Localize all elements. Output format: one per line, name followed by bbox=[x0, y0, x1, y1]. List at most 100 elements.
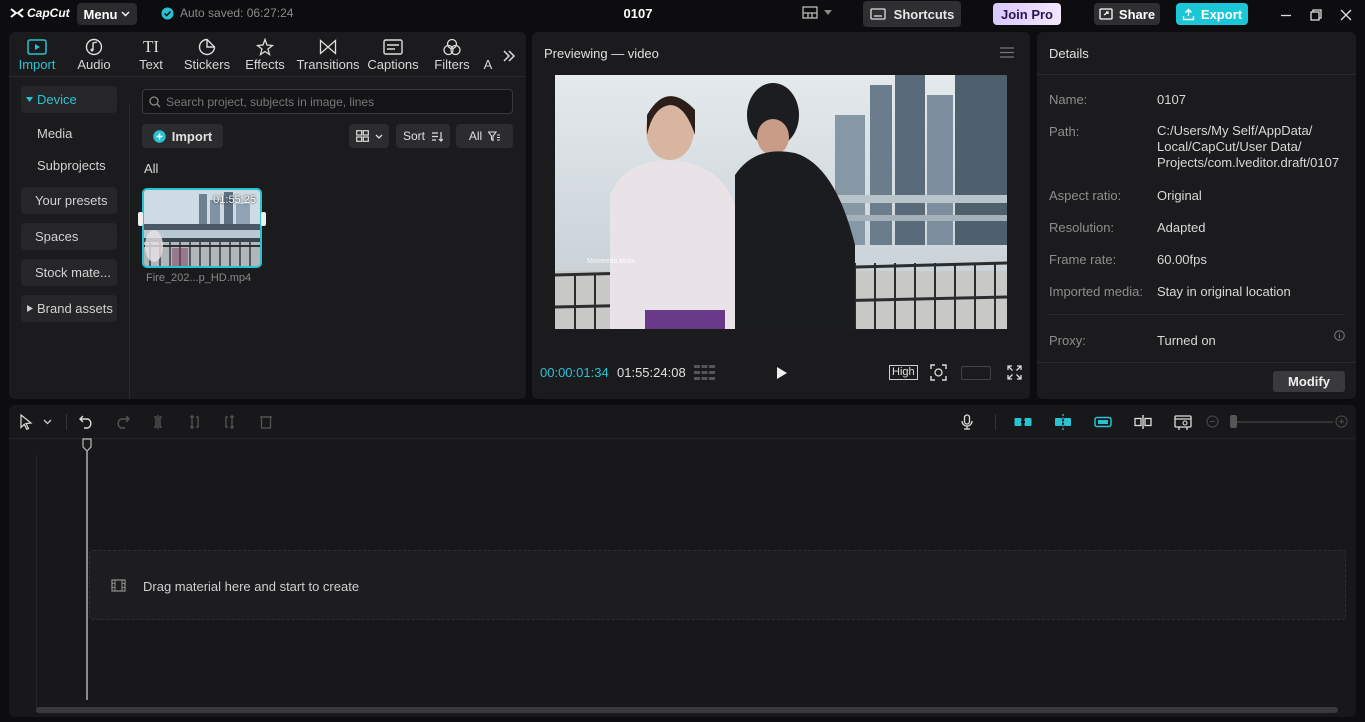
sidebar-item-subprojects[interactable]: Subprojects bbox=[21, 152, 117, 179]
sidebar-item-brand-assets[interactable]: Brand assets bbox=[21, 295, 117, 322]
double-chevron-right-icon[interactable] bbox=[502, 49, 516, 63]
detail-value-proxy: Turned on bbox=[1157, 333, 1216, 348]
zoom-in-icon[interactable] bbox=[1335, 415, 1348, 428]
auto-snap-toggle[interactable] bbox=[1054, 413, 1072, 431]
layout-icon bbox=[802, 6, 818, 19]
detail-value-path: C:/Users/My Self/AppData/ Local/CapCut/U… bbox=[1157, 123, 1340, 170]
tab-transitions[interactable]: Transitions bbox=[296, 34, 360, 72]
playhead-line[interactable] bbox=[86, 451, 88, 700]
search-input[interactable]: Search project, subjects in image, lines bbox=[166, 95, 374, 109]
sidebar-item-your-presets[interactable]: Your presets bbox=[21, 187, 117, 214]
redo-button[interactable] bbox=[113, 413, 131, 431]
layout-switch[interactable] bbox=[802, 6, 832, 19]
fit-screen-icon[interactable] bbox=[930, 364, 947, 381]
redo-icon bbox=[117, 415, 130, 429]
filter-button[interactable]: All bbox=[456, 124, 513, 148]
quality-button[interactable]: High bbox=[889, 365, 918, 380]
detail-value-aspect-ratio: Original bbox=[1157, 188, 1202, 203]
minimize-icon[interactable] bbox=[1278, 7, 1294, 23]
close-icon[interactable] bbox=[1338, 7, 1354, 23]
export-button[interactable]: Export bbox=[1176, 3, 1248, 25]
split-button[interactable] bbox=[149, 413, 167, 431]
tab-captions[interactable]: Captions bbox=[366, 34, 420, 72]
tab-divider bbox=[9, 76, 526, 77]
tab-effects[interactable]: Effects bbox=[243, 34, 287, 72]
detail-value-resolution: Adapted bbox=[1157, 220, 1206, 235]
trim-left-button[interactable] bbox=[185, 413, 203, 431]
cursor-icon bbox=[20, 414, 33, 430]
import-media-button[interactable]: Import bbox=[142, 124, 223, 148]
details-footer-divider bbox=[1037, 362, 1356, 363]
play-icon[interactable] bbox=[776, 366, 788, 380]
autosave-status: Auto saved: 06:27:24 bbox=[161, 6, 293, 20]
details-panel: Details Name: 0107 Path: C:/Users/My Sel… bbox=[1037, 32, 1356, 399]
media-search-box[interactable]: Search project, subjects in image, lines bbox=[142, 89, 513, 114]
preview-axis-icon bbox=[1134, 415, 1152, 429]
chevron-down-icon[interactable] bbox=[43, 419, 52, 425]
timeline-settings-button[interactable] bbox=[1174, 413, 1192, 431]
preview-axis-toggle[interactable] bbox=[1134, 413, 1152, 431]
detail-label-resolution: Resolution: bbox=[1049, 220, 1115, 235]
playhead-handle-icon[interactable] bbox=[82, 438, 92, 452]
trim-right-icon bbox=[225, 415, 234, 429]
timeline-drop-hint: Drag material here and start to create bbox=[143, 579, 360, 594]
tab-stickers[interactable]: Stickers bbox=[182, 34, 232, 72]
aspect-ratio-button[interactable] bbox=[961, 366, 991, 380]
tab-text[interactable]: TI Text bbox=[131, 34, 171, 72]
video-preview[interactable]: Movieeda.Mobi bbox=[555, 75, 1007, 329]
thumbnail-right-handle bbox=[261, 212, 266, 226]
timeline-header-divider bbox=[9, 438, 1356, 439]
timeline-horizontal-scrollbar[interactable] bbox=[36, 707, 1338, 713]
shortcuts-button[interactable]: Shortcuts bbox=[863, 1, 961, 27]
fullscreen-icon[interactable] bbox=[1007, 365, 1022, 380]
transitions-icon bbox=[319, 39, 337, 55]
sort-icon bbox=[432, 131, 443, 142]
detail-value-imported-media: Stay in original location bbox=[1157, 284, 1291, 299]
sidebar-item-device[interactable]: Device bbox=[21, 86, 117, 113]
share-icon bbox=[1099, 8, 1113, 20]
preview-panel: Previewing — video Movieeda.Mobi 00:00:0… bbox=[532, 32, 1030, 399]
tab-filters[interactable]: Filters bbox=[430, 34, 474, 72]
undo-button[interactable] bbox=[77, 413, 95, 431]
sort-button[interactable]: Sort bbox=[396, 124, 450, 148]
frame-grid-icon[interactable] bbox=[694, 365, 715, 380]
main-track-magnet-toggle[interactable] bbox=[1014, 413, 1032, 431]
zoom-slider-track[interactable] bbox=[1231, 421, 1333, 423]
info-icon[interactable] bbox=[1334, 330, 1345, 341]
details-header-divider bbox=[1037, 74, 1356, 75]
import-icon bbox=[27, 39, 47, 55]
share-button[interactable]: Share bbox=[1094, 3, 1160, 25]
app-logo: CapCut bbox=[10, 6, 70, 20]
captions-icon bbox=[383, 39, 403, 55]
tab-more[interactable]: A bbox=[481, 34, 495, 72]
menu-label: Menu bbox=[83, 6, 118, 22]
modify-button[interactable]: Modify bbox=[1273, 371, 1345, 392]
tab-audio[interactable]: Audio bbox=[72, 34, 116, 72]
delete-button[interactable] bbox=[257, 413, 275, 431]
tab-import[interactable]: Import bbox=[15, 34, 59, 72]
select-tool[interactable] bbox=[17, 413, 35, 431]
link-clips-icon bbox=[1014, 418, 1032, 426]
media-duration: 01:55:25 bbox=[213, 194, 256, 206]
media-thumbnail[interactable]: 01:55:25 bbox=[142, 188, 262, 268]
sidebar-item-stock-materials[interactable]: Stock mate... bbox=[21, 259, 117, 286]
detail-value-frame-rate: 60.00fps bbox=[1157, 252, 1207, 267]
sidebar-item-media[interactable]: Media bbox=[21, 120, 117, 147]
join-pro-button[interactable]: Join Pro bbox=[993, 3, 1061, 25]
linkage-toggle[interactable] bbox=[1094, 413, 1112, 431]
export-icon bbox=[1182, 8, 1195, 20]
trim-right-button[interactable] bbox=[221, 413, 239, 431]
zoom-out-icon[interactable] bbox=[1206, 415, 1219, 428]
view-mode-button[interactable] bbox=[349, 124, 389, 148]
media-panel: Import Audio TI Text Stickers Effects Tr… bbox=[9, 32, 526, 399]
trim-left-icon bbox=[190, 415, 199, 429]
zoom-slider-handle[interactable] bbox=[1230, 415, 1237, 428]
record-audio-button[interactable] bbox=[958, 413, 976, 431]
filters-icon bbox=[443, 38, 461, 56]
menu-button[interactable]: Menu bbox=[77, 3, 137, 25]
restore-icon[interactable] bbox=[1308, 7, 1324, 23]
grid-view-icon bbox=[355, 130, 369, 142]
sidebar-item-spaces[interactable]: Spaces bbox=[21, 223, 117, 250]
toolbar-divider bbox=[66, 414, 67, 430]
hamburger-menu-icon[interactable] bbox=[1000, 47, 1014, 58]
